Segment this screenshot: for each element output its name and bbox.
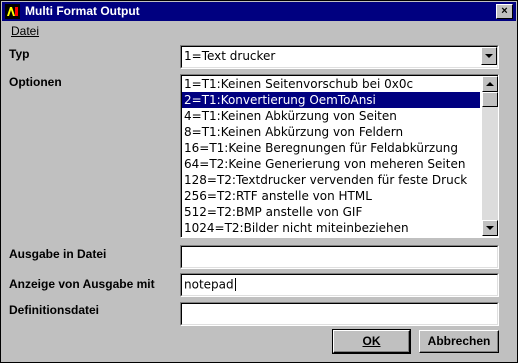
ausgabe-datei-label: Ausgabe in Datei (9, 247, 107, 261)
ausgabe-datei-input[interactable] (180, 245, 499, 269)
arrow-down-icon (486, 226, 494, 230)
app-icon[interactable] (5, 4, 20, 19)
definitionsdatei-input-frame (181, 303, 498, 325)
ok-button[interactable]: OK (332, 329, 411, 354)
chevron-down-icon (485, 54, 493, 58)
scroll-up-button[interactable] (482, 76, 498, 92)
title-bar[interactable]: Multi Format Output × (2, 2, 516, 21)
typ-combobox[interactable]: 1=Text drucker (180, 45, 499, 69)
menu-bar: Datei (3, 22, 515, 40)
arrow-up-icon (486, 82, 494, 86)
text-caret (234, 278, 236, 291)
optionen-list-item[interactable]: 1024=T2:Bilder nicht miteinbeziehen (182, 220, 480, 236)
definitionsdatei-input[interactable] (180, 302, 499, 326)
abbrechen-button-label: Abbrechen (427, 334, 491, 348)
menu-datei-label: Datei (11, 24, 40, 38)
optionen-list-item[interactable]: 1=T1:Keinen Seitenvorschub bei 0x0c (182, 76, 480, 92)
typ-value: 1=Text drucker (184, 49, 276, 63)
optionen-scrollbar[interactable] (482, 76, 498, 236)
optionen-label: Optionen (9, 75, 62, 89)
window-title: Multi Format Output (25, 4, 140, 18)
abbrechen-button[interactable]: Abbrechen (419, 330, 499, 353)
scroll-down-button[interactable] (482, 220, 498, 236)
anzeige-value: notepad (184, 277, 234, 292)
ok-button-label: OK (362, 334, 381, 348)
optionen-list-item[interactable]: 16=T1:Keine Beregnungen für Feldabkürzun… (182, 140, 480, 156)
anzeige-value-wrap: notepad (184, 277, 236, 292)
close-button[interactable]: × (496, 4, 513, 19)
ausgabe-datei-input-frame (181, 246, 498, 268)
optionen-listbox[interactable]: 1=T1:Keinen Seitenvorschub bei 0x0c 2=T1:… (180, 74, 499, 238)
optionen-list-item[interactable]: 8=T1:Keinen Abkürzung von Feldern (182, 124, 480, 140)
anzeige-label: Anzeige von Ausgabe mit (9, 277, 155, 291)
optionen-list-item[interactable]: 64=T2:Keine Generierung von meheren Seit… (182, 156, 480, 172)
optionen-list-item[interactable]: 256=T2:RTF anstelle von HTML (182, 188, 480, 204)
scroll-thumb[interactable] (482, 92, 498, 107)
dialog-window: Multi Format Output × Datei Typ 1=Text d… (0, 0, 518, 363)
optionen-list-item[interactable]: 4=T1:Keinen Abkürzung von Seiten (182, 108, 480, 124)
optionen-list-items: 1=T1:Keinen Seitenvorschub bei 0x0c 2=T1:… (182, 76, 480, 236)
typ-dropdown-button[interactable] (481, 47, 497, 65)
optionen-list-item[interactable]: 128=T2:Textdrucker vervenden für feste D… (182, 172, 480, 188)
optionen-list-item[interactable]: 512=T2:BMP anstelle von GIF (182, 204, 480, 220)
menu-datei[interactable]: Datei (11, 24, 39, 38)
anzeige-input[interactable]: notepad (180, 273, 499, 297)
definitionsdatei-label: Definitionsdatei (9, 303, 100, 317)
optionen-list-item[interactable]: 2=T1:Konvertierung OemToAnsi (182, 92, 480, 108)
typ-label: Typ (9, 47, 30, 61)
